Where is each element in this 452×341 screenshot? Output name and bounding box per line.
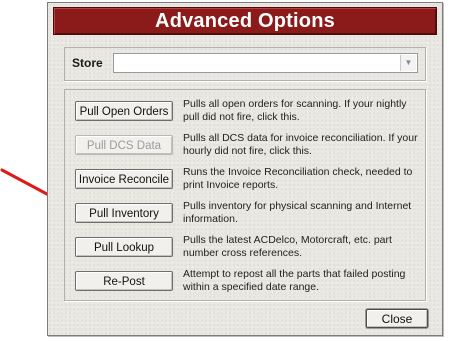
invoice-reconcile-description: Runs the Invoice Reconciliation check, n… (183, 166, 413, 191)
store-label: Store (72, 56, 103, 70)
close-button[interactable]: Close (366, 309, 428, 328)
store-group: Store ▼ (64, 47, 426, 81)
option-row-pull-dcs-data: Pull DCS Data Pulls all DCS data for inv… (75, 132, 420, 162)
option-row-re-post: Re-Post Attempt to repost all the parts … (75, 268, 420, 298)
re-post-button[interactable]: Re-Post (75, 271, 173, 291)
pull-open-orders-button[interactable]: Pull Open Orders (75, 101, 173, 121)
chevron-down-icon[interactable]: ▼ (400, 55, 416, 71)
option-row-invoice-reconcile: Invoice Reconcile Runs the Invoice Recon… (75, 166, 420, 196)
pull-lookup-button[interactable]: Pull Lookup (75, 237, 173, 257)
pull-inventory-button[interactable]: Pull Inventory (75, 203, 173, 223)
pull-open-orders-description: Pulls all open orders for scanning. If y… (183, 98, 407, 123)
option-row-pull-inventory: Pull Inventory Pulls inventory for physi… (75, 200, 420, 230)
dialog-title: Advanced Options (53, 7, 437, 35)
re-post-description: Attempt to repost all the parts that fai… (183, 268, 406, 293)
pull-dcs-data-description: Pulls all DCS data for invoice reconcili… (183, 132, 418, 157)
pull-inventory-description: Pulls inventory for physical scanning an… (183, 200, 412, 225)
store-dropdown[interactable]: ▼ (113, 53, 418, 73)
invoice-reconcile-button[interactable]: Invoice Reconcile (75, 169, 173, 189)
pull-dcs-data-button[interactable]: Pull DCS Data (75, 135, 173, 155)
option-row-pull-lookup: Pull Lookup Pulls the latest ACDelco, Mo… (75, 234, 420, 264)
option-row-pull-open-orders: Pull Open Orders Pulls all open orders f… (75, 98, 420, 128)
advanced-options-dialog: Advanced Options Store ▼ Pull Open Order… (47, 2, 443, 336)
pull-lookup-description: Pulls the latest ACDelco, Motorcraft, et… (183, 234, 392, 259)
options-group: Pull Open Orders Pulls all open orders f… (64, 89, 426, 301)
